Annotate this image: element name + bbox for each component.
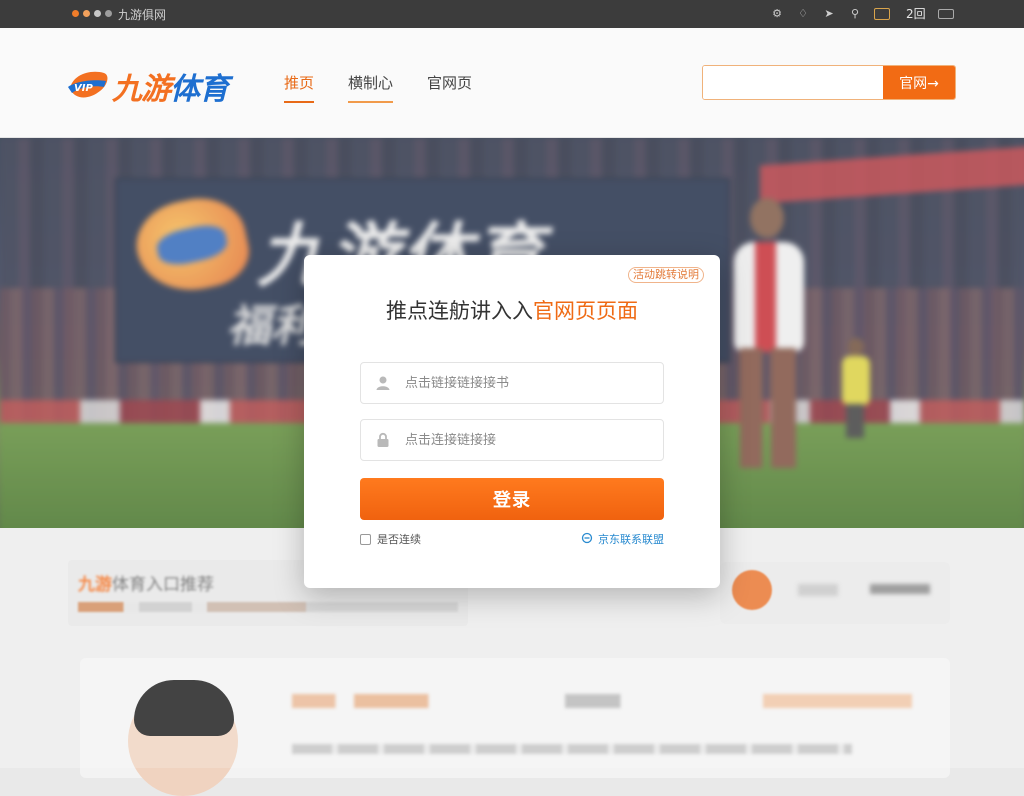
site-header: VIP 九游体育 推页 横制心 官网页 官网→ — [0, 28, 1024, 138]
search-input[interactable] — [703, 66, 885, 99]
logo-text-orange: 九游 — [112, 72, 171, 107]
login-button[interactable]: 登录 — [360, 478, 664, 520]
window-icon[interactable] — [937, 8, 954, 19]
search-button-label: 官网→ — [899, 75, 939, 92]
remember-label: 是否连续 — [377, 533, 421, 546]
link-icon — [581, 532, 593, 547]
password-input[interactable] — [405, 420, 655, 460]
main-nav: 推页 横制心 官网页 — [284, 72, 472, 103]
remember-checkbox[interactable] — [360, 533, 371, 545]
dot-2 — [83, 10, 90, 17]
site-logo[interactable]: VIP 九游体育 — [66, 64, 229, 108]
username-field — [360, 362, 664, 404]
username-input[interactable] — [405, 363, 655, 403]
nav-item-home[interactable]: 推页 — [284, 72, 315, 103]
window-dots — [72, 10, 112, 17]
dot-3 — [94, 10, 101, 17]
dot-4 — [105, 10, 112, 17]
remember-option[interactable]: 是否连续 — [360, 531, 421, 547]
login-modal: 活动跳转说明 推点连舫讲入入官网页页面 登录 是否连续 京东联系联盟 — [304, 255, 720, 588]
topbar-icons: ⚙ ♢ ➤ ⚲ 2回 — [770, 5, 954, 22]
svg-text:VIP: VIP — [74, 83, 93, 94]
gift-icon[interactable] — [874, 7, 890, 20]
forgot-label: 京东联系联盟 — [598, 533, 664, 546]
logo-text-blue: 体育 — [170, 72, 229, 107]
send-icon[interactable]: ➤ — [822, 7, 836, 21]
top-bar: 九游俱网 ⚙ ♢ ➤ ⚲ 2回 — [0, 0, 1024, 28]
search-button[interactable]: 官网→ — [883, 66, 955, 99]
modal-title-accent: 官网页页面 — [533, 299, 638, 323]
dot-1 — [72, 10, 79, 17]
password-field — [360, 419, 664, 461]
nav-item-center[interactable]: 横制心 — [348, 72, 394, 103]
modal-title: 推点连舫讲入入官网页页面 — [304, 295, 720, 325]
modal-title-prefix: 推点连舫讲入入 — [386, 299, 533, 323]
nav-item-official[interactable]: 官网页 — [427, 72, 472, 103]
notification-icon[interactable]: ♢ — [796, 7, 810, 21]
modal-corner-link[interactable]: 活动跳转说明 — [628, 267, 704, 283]
logo-text: 九游体育 — [112, 64, 229, 108]
site-name: 九游俱网 — [118, 8, 167, 22]
search-box: 官网→ — [702, 65, 956, 100]
pin-icon[interactable]: ⚲ — [848, 7, 862, 21]
forgot-link[interactable]: 京东联系联盟 — [581, 531, 664, 547]
topbar-count: 2回 — [906, 7, 926, 21]
login-button-label: 登录 — [493, 490, 531, 511]
settings-icon[interactable]: ⚙ — [770, 7, 784, 21]
user-icon — [375, 375, 391, 391]
logo-badge-icon: VIP — [66, 67, 110, 105]
lock-icon — [375, 432, 391, 448]
